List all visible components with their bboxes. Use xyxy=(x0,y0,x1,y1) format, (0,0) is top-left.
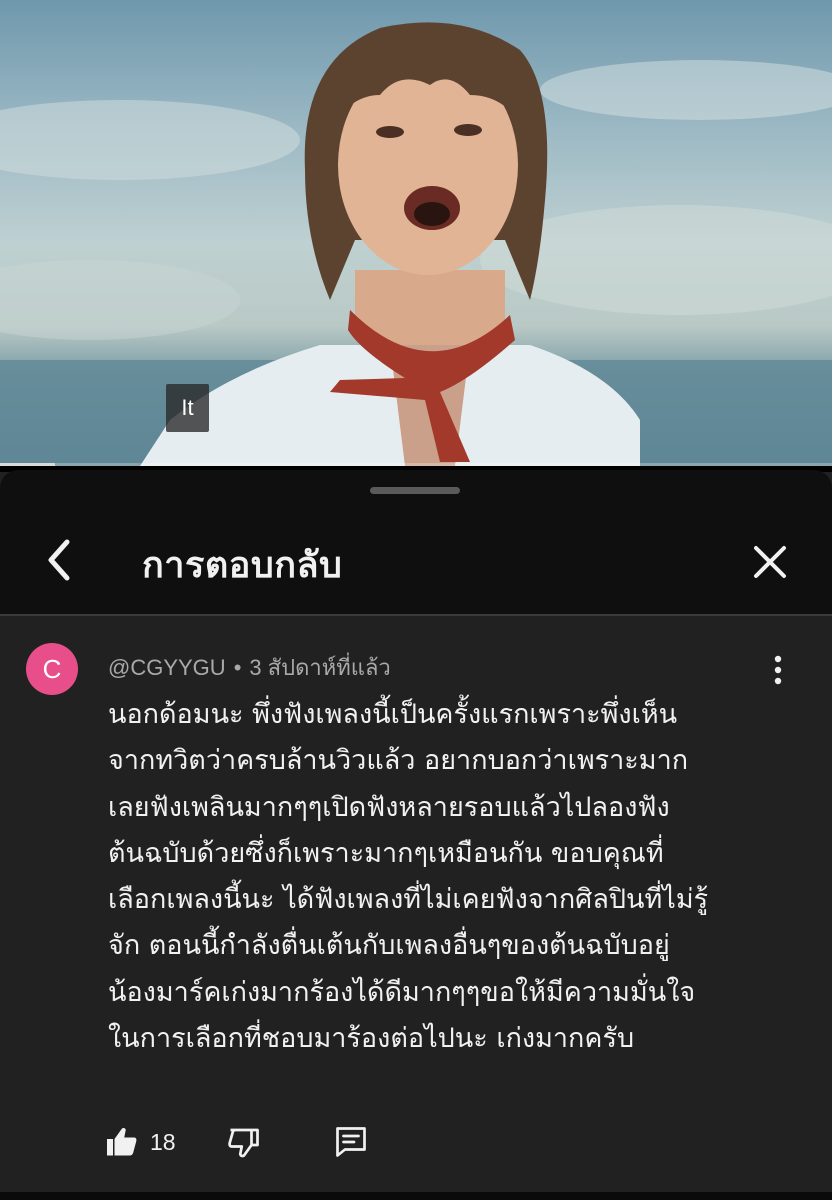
avatar[interactable]: C xyxy=(26,643,78,695)
comment-author[interactable]: @CGYYGU xyxy=(108,655,226,680)
comment-text: นอกด้อมนะ พึ่งฟังเพลงนี้เป็นครั้งแรกเพรา… xyxy=(108,692,798,1062)
more-options-button[interactable] xyxy=(760,650,796,690)
comment-line: จากทวิตว่าครบล้านวิวแล้ว อยากบอกว่าเพราะ… xyxy=(108,745,689,777)
header-divider xyxy=(0,614,832,616)
comment-time: 3 สัปดาห์ที่แล้ว xyxy=(249,655,391,680)
chevron-left-icon xyxy=(48,539,70,581)
comment-line: น้องมาร์คเก่งมากร้องได้ดีมากๆๆขอให้มีควา… xyxy=(108,976,696,1008)
comment-line: นอกด้อมนะ พึ่งฟังเพลงนี้เป็นครั้งแรกเพรา… xyxy=(108,699,678,730)
bottom-bar xyxy=(0,1192,832,1200)
comment-line: เลยฟังเพลินมากๆๆเปิดฟังหลายรอบแล้วไปลองฟ… xyxy=(108,791,670,823)
close-button[interactable] xyxy=(744,536,796,588)
comment-actions: 18 xyxy=(104,1118,370,1166)
comment-line: ในการเลือกที่ชอบมาร้องต่อไปนะ เก่งมากครั… xyxy=(108,1023,635,1055)
replies-sheet-header: การตอบกลับ xyxy=(0,470,832,615)
thumbs-up-icon xyxy=(107,1128,137,1156)
comment-line: ต้นฉบับด้วยซึ่งก็เพราะมากๆเหมือนกัน ขอบค… xyxy=(108,837,664,869)
sheet-title: การตอบกลับ xyxy=(142,545,343,586)
thumbs-down-icon xyxy=(227,1128,259,1158)
dislike-button[interactable] xyxy=(226,1124,262,1160)
comment-line: จัก ตอนนี้กำลังตื่นเต้นกับเพลงอื่นๆของต้… xyxy=(108,930,670,962)
comment-line: เลือกเพลงนี้นะ ได้ฟังเพลงที่ไม่เคยฟังจาก… xyxy=(108,884,709,916)
close-icon xyxy=(754,546,786,578)
video-frame xyxy=(0,22,832,466)
comment-meta: @CGYYGU • 3 สัปดาห์ที่แล้ว xyxy=(108,650,391,685)
drag-handle[interactable] xyxy=(370,487,460,494)
more-vertical-icon xyxy=(774,655,782,685)
video-player[interactable]: It xyxy=(0,0,832,466)
like-button[interactable]: 18 xyxy=(104,1124,176,1160)
reply-button[interactable] xyxy=(332,1124,370,1160)
caption-overlay: It xyxy=(166,384,209,432)
back-button[interactable] xyxy=(38,532,82,588)
like-count: 18 xyxy=(150,1128,176,1155)
comment-icon xyxy=(335,1127,366,1157)
meta-separator: • xyxy=(233,655,242,680)
